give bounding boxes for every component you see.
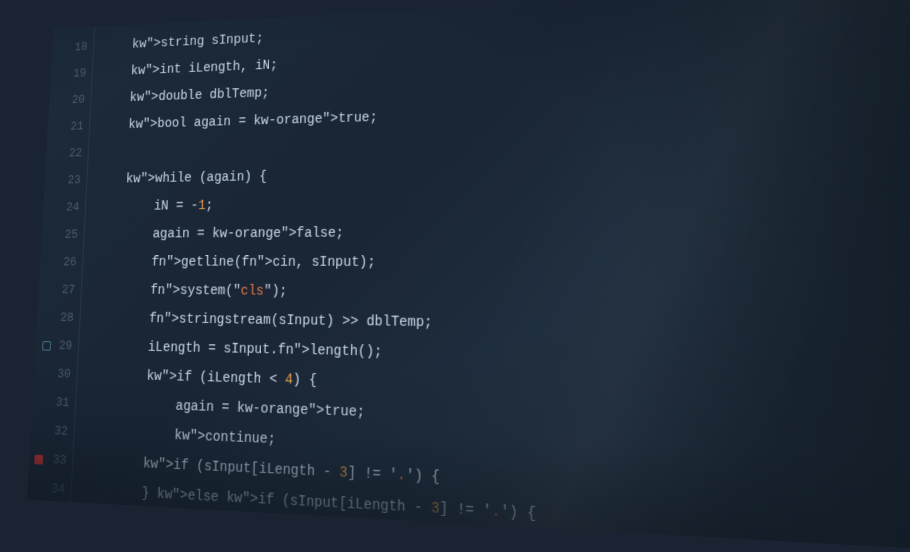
line-number-34: 34: [27, 474, 76, 506]
line-number-26: 26: [39, 249, 87, 277]
line-number-22: 22: [46, 140, 93, 168]
line-number-35: 35: [27, 503, 74, 535]
code-content: kw">string sInput; kw">int iLength, iN; …: [75, 0, 910, 551]
line-number-32: 32: [30, 416, 79, 447]
line-number-29: 29: [35, 332, 83, 361]
line-number-36: 36: [27, 532, 73, 552]
line-number-30: 30: [33, 360, 81, 390]
line-number-33: 33: [29, 445, 78, 476]
line-number-27: 27: [38, 276, 86, 304]
line-number-21: 21: [47, 113, 94, 141]
code-line-25: again = kw-orange">false;: [94, 214, 910, 249]
line-number-28: 28: [36, 304, 84, 333]
editor-container: 1819202122232425262728293031323334353637…: [27, 0, 910, 551]
code-line-26: fn">getline(fn">cin, sInput);: [93, 247, 910, 280]
line-number-20: 20: [49, 86, 96, 114]
line-number-31: 31: [32, 388, 81, 418]
line-number-23: 23: [44, 167, 91, 195]
line-number-19: 19: [50, 60, 97, 88]
line-number-25: 25: [41, 221, 89, 249]
line-number-24: 24: [43, 194, 90, 222]
line-number-18: 18: [51, 34, 98, 62]
code-area: 1819202122232425262728293031323334353637…: [27, 0, 910, 551]
